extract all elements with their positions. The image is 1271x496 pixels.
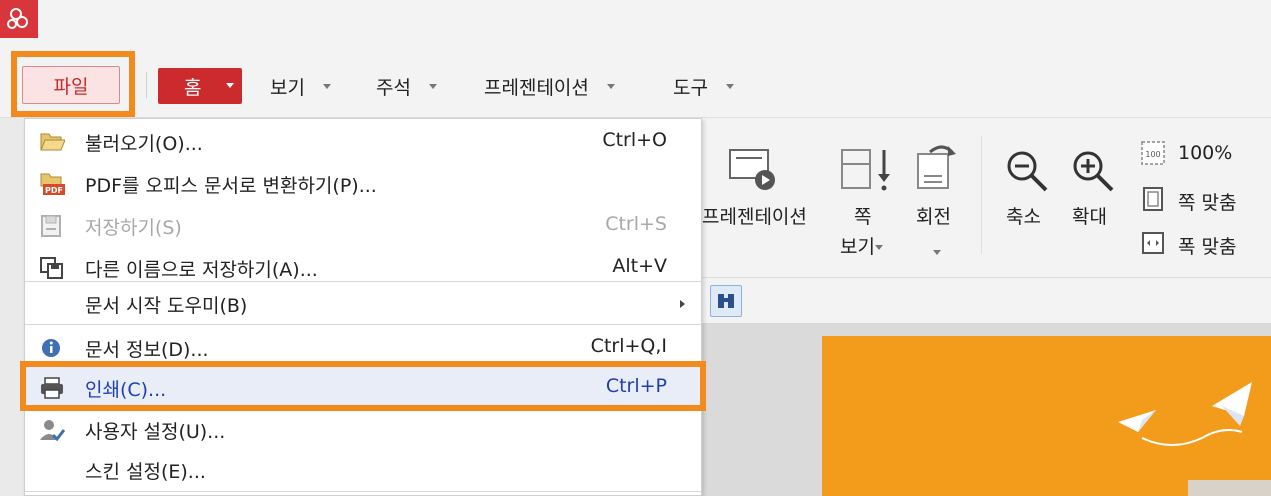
- rotate-dropdown[interactable]: [933, 242, 941, 261]
- presentation-button-label[interactable]: 프레젠테이션: [702, 202, 807, 229]
- save-as-icon: [40, 257, 63, 279]
- menu-item-start-helper[interactable]: 문서 시작 도우미(B): [25, 283, 701, 325]
- title-bar: [0, 0, 1271, 38]
- actual-size-icon[interactable]: 100: [1140, 140, 1166, 166]
- zoom-out-icon[interactable]: [1004, 148, 1050, 194]
- document-page: [822, 336, 1271, 496]
- menu-item-label: PDF를 오피스 문서로 변환하기(P)...: [85, 175, 377, 197]
- presentation-icon[interactable]: [728, 148, 778, 192]
- menu-item-shortcut: Ctrl+S: [605, 213, 667, 235]
- chevron-down-icon: [226, 83, 234, 88]
- tab-presentation[interactable]: 프레젠테이션: [484, 68, 615, 104]
- find-tool-button[interactable]: [710, 285, 742, 317]
- menu-item-shortcut: Ctrl+O: [602, 129, 667, 151]
- home-ribbon: 프레젠테이션 쪽 보기 회전 축소 확대 100 100% 쪽 맞춤 폭 맞춤: [700, 118, 1271, 278]
- menu-item-label: 다른 이름으로 저장하기(A)...: [85, 259, 318, 281]
- info-icon: [42, 339, 60, 357]
- page-footer-strip: [1188, 480, 1271, 496]
- chevron-down-icon: [933, 250, 941, 255]
- menu-item-label: 문서 시작 도우미(B): [85, 295, 248, 317]
- app-logo-icon: [0, 0, 38, 38]
- print-item-highlight-box: [20, 361, 706, 411]
- paper-plane-illustration: [1118, 382, 1252, 446]
- tab-comment-label: 주석: [376, 76, 411, 99]
- menu-item-convert-to-office[interactable]: PDF PDF를 오피스 문서로 변환하기(P)...: [25, 163, 701, 205]
- svg-text:PDF: PDF: [45, 186, 63, 195]
- menu-separator: [25, 324, 701, 325]
- fit-width-label[interactable]: 폭 맞춤: [1178, 232, 1236, 259]
- document-canvas[interactable]: [700, 324, 1271, 496]
- menu-item-label: 스킨 설정(E)...: [85, 461, 206, 483]
- menu-item-label: 저장하기(S): [85, 217, 182, 239]
- fit-page-icon[interactable]: [1140, 186, 1166, 212]
- fit-page-label[interactable]: 쪽 맞춤: [1178, 188, 1236, 215]
- menu-item-label: 불러오기(O)...: [85, 133, 203, 155]
- tab-tools-label: 도구: [673, 76, 708, 99]
- pdf-convert-icon: PDF: [40, 173, 65, 195]
- rotate-icon[interactable]: [912, 142, 962, 192]
- menu-item-user-settings[interactable]: 사용자 설정(U)...: [25, 409, 701, 451]
- tab-home-label: 홈: [184, 76, 202, 99]
- chevron-down-icon: [606, 83, 615, 89]
- chevron-down-icon: [725, 83, 734, 89]
- user-settings-icon: [40, 420, 65, 442]
- page-view-label-line1[interactable]: 쪽: [854, 202, 871, 229]
- chevron-down-icon: [874, 245, 883, 250]
- binoculars-icon: [718, 294, 734, 308]
- menu-item-shortcut: Alt+V: [612, 255, 667, 277]
- page-view-dropdown[interactable]: 보기: [840, 232, 883, 259]
- fit-width-icon[interactable]: [1140, 230, 1166, 256]
- zoom-in-icon[interactable]: [1070, 148, 1116, 194]
- menu-item-open[interactable]: 불러오기(O)... Ctrl+O: [25, 121, 701, 163]
- menu-separator: [25, 281, 701, 282]
- chevron-down-icon: [428, 83, 437, 89]
- chevron-down-icon: [322, 83, 331, 89]
- menu-item-save[interactable]: 저장하기(S) Ctrl+S: [25, 205, 701, 247]
- secondary-toolbar: [700, 278, 1271, 324]
- zoom-out-label[interactable]: 축소: [1006, 202, 1041, 229]
- tab-home[interactable]: 홈: [158, 68, 242, 104]
- tab-view-label: 보기: [270, 76, 305, 99]
- menu-separator: [25, 491, 701, 492]
- zoom-in-label[interactable]: 확대: [1072, 202, 1107, 229]
- tab-comment[interactable]: 주석: [376, 68, 437, 104]
- file-tab-highlight-box: [11, 51, 135, 117]
- menu-tab-row: 파일 홈 보기 주석 프레젠테이션 도구: [0, 38, 1271, 118]
- tab-view[interactable]: 보기: [270, 68, 331, 104]
- page-view-icon[interactable]: [838, 144, 892, 194]
- chevron-right-icon: [680, 300, 685, 308]
- actual-size-label[interactable]: 100%: [1178, 142, 1232, 164]
- save-icon: [41, 215, 61, 237]
- page-view-label-line2: 보기: [840, 236, 875, 258]
- ribbon-divider: [981, 136, 982, 254]
- folder-open-icon: [40, 133, 65, 151]
- tab-presentation-label: 프레젠테이션: [484, 76, 589, 99]
- svg-text:100: 100: [1145, 150, 1160, 159]
- menu-item-label: 사용자 설정(U)...: [85, 421, 226, 443]
- menu-item-skin-settings[interactable]: 스킨 설정(E)...: [25, 449, 701, 491]
- rotate-label[interactable]: 회전: [916, 202, 951, 229]
- file-menu-dropdown: 불러오기(O)... Ctrl+O PDF PDF를 오피스 문서로 변환하기(…: [24, 118, 702, 496]
- tab-tools[interactable]: 도구: [673, 68, 734, 104]
- tab-divider: [146, 72, 147, 98]
- menu-item-label: 문서 정보(D)...: [85, 339, 209, 361]
- left-panel-strip: [0, 118, 26, 496]
- menu-item-shortcut: Ctrl+Q,I: [590, 335, 667, 357]
